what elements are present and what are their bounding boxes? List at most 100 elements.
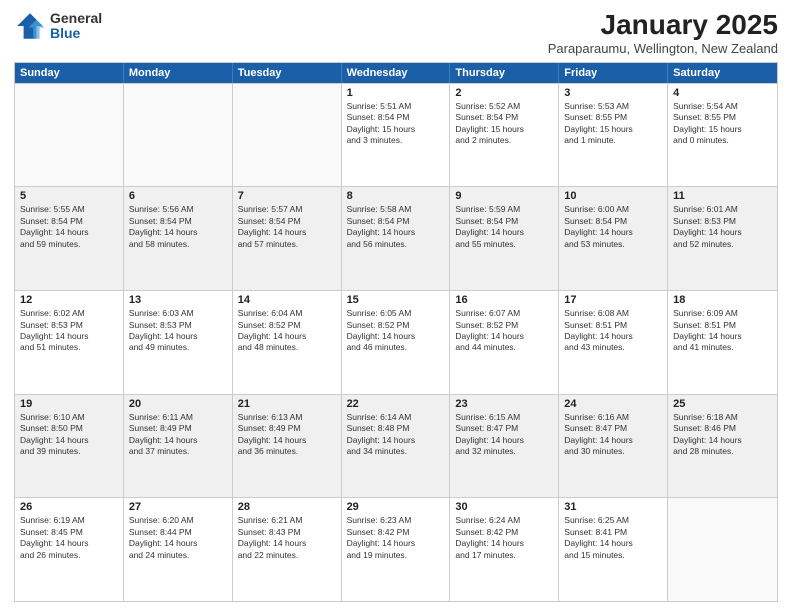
cell-day-number: 29	[347, 501, 445, 513]
cell-day-number: 5	[20, 190, 118, 202]
cell-day-number: 2	[455, 87, 553, 99]
calendar-cell-empty	[233, 84, 342, 187]
calendar-header: SundayMondayTuesdayWednesdayThursdayFrid…	[15, 63, 777, 83]
cell-info-text: Sunrise: 6:11 AM Sunset: 8:49 PM Dayligh…	[129, 412, 227, 458]
calendar-cell-22: 22Sunrise: 6:14 AM Sunset: 8:48 PM Dayli…	[342, 395, 451, 498]
cell-day-number: 17	[564, 294, 662, 306]
cell-info-text: Sunrise: 6:10 AM Sunset: 8:50 PM Dayligh…	[20, 412, 118, 458]
cell-info-text: Sunrise: 5:56 AM Sunset: 8:54 PM Dayligh…	[129, 204, 227, 250]
cell-day-number: 20	[129, 398, 227, 410]
calendar-cell-27: 27 Sunrise: 6:20 AM Sunset: 8:44 PM Dayli…	[124, 498, 233, 601]
cell-day-number: 22	[347, 398, 445, 410]
cell-day-number: 19	[20, 398, 118, 410]
calendar-cell-18: 18 Sunrise: 6:09 AM Sunset: 8:51 PM Dayli…	[668, 291, 777, 394]
calendar-cell-31: 31Sunrise: 6:25 AM Sunset: 8:41 PM Dayli…	[559, 498, 668, 601]
cell-day-number: 10	[564, 190, 662, 202]
day-header-thursday: Thursday	[450, 63, 559, 83]
calendar-cell-1: 1Sunrise: 5:51 AM Sunset: 8:54 PM Daylig…	[342, 84, 451, 187]
cell-day-number: 9	[455, 190, 553, 202]
month-title: January 2025	[548, 10, 778, 41]
calendar-cell-29: 29 Sunrise: 6:23 AM Sunset: 8:42 PM Dayli…	[342, 498, 451, 601]
logo: General Blue	[14, 10, 102, 42]
cell-info-text: Sunrise: 6:08 AM Sunset: 8:51 PM Dayligh…	[564, 308, 662, 354]
day-header-wednesday: Wednesday	[342, 63, 451, 83]
calendar-cell-23: 23 Sunrise: 6:15 AM Sunset: 8:47 PM Dayli…	[450, 395, 559, 498]
calendar-cell-21: 21Sunrise: 6:13 AM Sunset: 8:49 PM Dayli…	[233, 395, 342, 498]
calendar-cell-13: 13Sunrise: 6:03 AM Sunset: 8:53 PM Dayli…	[124, 291, 233, 394]
cell-day-number: 30	[455, 501, 553, 513]
calendar-row-5: 26 Sunrise: 6:19 AM Sunset: 8:45 PM Dayli…	[15, 497, 777, 601]
calendar-cell-19: 19 Sunrise: 6:10 AM Sunset: 8:50 PM Dayli…	[15, 395, 124, 498]
cell-info-text: Sunrise: 5:53 AM Sunset: 8:55 PM Dayligh…	[564, 101, 662, 147]
cell-day-number: 27	[129, 501, 227, 513]
cell-info-text: Sunrise: 6:07 AM Sunset: 8:52 PM Dayligh…	[455, 308, 553, 354]
cell-day-number: 3	[564, 87, 662, 99]
cell-info-text: Sunrise: 6:15 AM Sunset: 8:47 PM Dayligh…	[455, 412, 553, 458]
cell-day-number: 13	[129, 294, 227, 306]
header: General Blue January 2025 Paraparaumu, W…	[14, 10, 778, 56]
cell-day-number: 14	[238, 294, 336, 306]
calendar-cell-empty	[15, 84, 124, 187]
cell-info-text: Sunrise: 6:23 AM Sunset: 8:42 PM Dayligh…	[347, 515, 445, 561]
cell-day-number: 24	[564, 398, 662, 410]
cell-info-text: Sunrise: 6:18 AM Sunset: 8:46 PM Dayligh…	[673, 412, 772, 458]
cell-day-number: 16	[455, 294, 553, 306]
location: Paraparaumu, Wellington, New Zealand	[548, 41, 778, 56]
calendar-cell-24: 24 Sunrise: 6:16 AM Sunset: 8:47 PM Dayli…	[559, 395, 668, 498]
cell-info-text: Sunrise: 6:01 AM Sunset: 8:53 PM Dayligh…	[673, 204, 772, 250]
cell-day-number: 18	[673, 294, 772, 306]
cell-day-number: 26	[20, 501, 118, 513]
calendar-cell-25: 25 Sunrise: 6:18 AM Sunset: 8:46 PM Dayli…	[668, 395, 777, 498]
calendar-cell-empty	[668, 498, 777, 601]
calendar-cell-26: 26 Sunrise: 6:19 AM Sunset: 8:45 PM Dayli…	[15, 498, 124, 601]
cell-info-text: Sunrise: 5:57 AM Sunset: 8:54 PM Dayligh…	[238, 204, 336, 250]
cell-day-number: 25	[673, 398, 772, 410]
page: General Blue January 2025 Paraparaumu, W…	[0, 0, 792, 612]
calendar-cell-15: 15 Sunrise: 6:05 AM Sunset: 8:52 PM Dayli…	[342, 291, 451, 394]
calendar-row-4: 19 Sunrise: 6:10 AM Sunset: 8:50 PM Dayli…	[15, 394, 777, 498]
cell-day-number: 8	[347, 190, 445, 202]
calendar-row-2: 5 Sunrise: 5:55 AM Sunset: 8:54 PM Daylig…	[15, 186, 777, 290]
cell-info-text: Sunrise: 5:59 AM Sunset: 8:54 PM Dayligh…	[455, 204, 553, 250]
day-header-tuesday: Tuesday	[233, 63, 342, 83]
calendar-cell-5: 5 Sunrise: 5:55 AM Sunset: 8:54 PM Daylig…	[15, 187, 124, 290]
cell-day-number: 15	[347, 294, 445, 306]
cell-day-number: 7	[238, 190, 336, 202]
calendar-cell-11: 11 Sunrise: 6:01 AM Sunset: 8:53 PM Dayli…	[668, 187, 777, 290]
calendar-row-1: 1Sunrise: 5:51 AM Sunset: 8:54 PM Daylig…	[15, 83, 777, 187]
calendar-cell-2: 2 Sunrise: 5:52 AM Sunset: 8:54 PM Daylig…	[450, 84, 559, 187]
calendar-row-3: 12Sunrise: 6:02 AM Sunset: 8:53 PM Dayli…	[15, 290, 777, 394]
cell-info-text: Sunrise: 6:20 AM Sunset: 8:44 PM Dayligh…	[129, 515, 227, 561]
cell-info-text: Sunrise: 6:05 AM Sunset: 8:52 PM Dayligh…	[347, 308, 445, 354]
cell-day-number: 11	[673, 190, 772, 202]
cell-info-text: Sunrise: 6:19 AM Sunset: 8:45 PM Dayligh…	[20, 515, 118, 561]
calendar-cell-empty	[124, 84, 233, 187]
cell-day-number: 28	[238, 501, 336, 513]
cell-info-text: Sunrise: 5:58 AM Sunset: 8:54 PM Dayligh…	[347, 204, 445, 250]
calendar: SundayMondayTuesdayWednesdayThursdayFrid…	[14, 62, 778, 602]
day-header-saturday: Saturday	[668, 63, 777, 83]
calendar-cell-20: 20 Sunrise: 6:11 AM Sunset: 8:49 PM Dayli…	[124, 395, 233, 498]
calendar-cell-28: 28 Sunrise: 6:21 AM Sunset: 8:43 PM Dayli…	[233, 498, 342, 601]
day-header-sunday: Sunday	[15, 63, 124, 83]
cell-info-text: Sunrise: 5:55 AM Sunset: 8:54 PM Dayligh…	[20, 204, 118, 250]
cell-day-number: 4	[673, 87, 772, 99]
cell-info-text: Sunrise: 5:54 AM Sunset: 8:55 PM Dayligh…	[673, 101, 772, 147]
cell-day-number: 6	[129, 190, 227, 202]
cell-info-text: Sunrise: 6:21 AM Sunset: 8:43 PM Dayligh…	[238, 515, 336, 561]
calendar-cell-3: 3 Sunrise: 5:53 AM Sunset: 8:55 PM Daylig…	[559, 84, 668, 187]
day-header-friday: Friday	[559, 63, 668, 83]
cell-info-text: Sunrise: 5:52 AM Sunset: 8:54 PM Dayligh…	[455, 101, 553, 147]
cell-day-number: 21	[238, 398, 336, 410]
logo-general-text: General	[50, 11, 102, 26]
calendar-cell-6: 6 Sunrise: 5:56 AM Sunset: 8:54 PM Daylig…	[124, 187, 233, 290]
cell-info-text: Sunrise: 6:16 AM Sunset: 8:47 PM Dayligh…	[564, 412, 662, 458]
cell-info-text: Sunrise: 6:00 AM Sunset: 8:54 PM Dayligh…	[564, 204, 662, 250]
calendar-cell-4: 4 Sunrise: 5:54 AM Sunset: 8:55 PM Daylig…	[668, 84, 777, 187]
cell-info-text: Sunrise: 6:09 AM Sunset: 8:51 PM Dayligh…	[673, 308, 772, 354]
calendar-cell-10: 10 Sunrise: 6:00 AM Sunset: 8:54 PM Dayli…	[559, 187, 668, 290]
calendar-cell-30: 30Sunrise: 6:24 AM Sunset: 8:42 PM Dayli…	[450, 498, 559, 601]
cell-day-number: 23	[455, 398, 553, 410]
header-right: January 2025 Paraparaumu, Wellington, Ne…	[548, 10, 778, 56]
calendar-cell-14: 14Sunrise: 6:04 AM Sunset: 8:52 PM Dayli…	[233, 291, 342, 394]
